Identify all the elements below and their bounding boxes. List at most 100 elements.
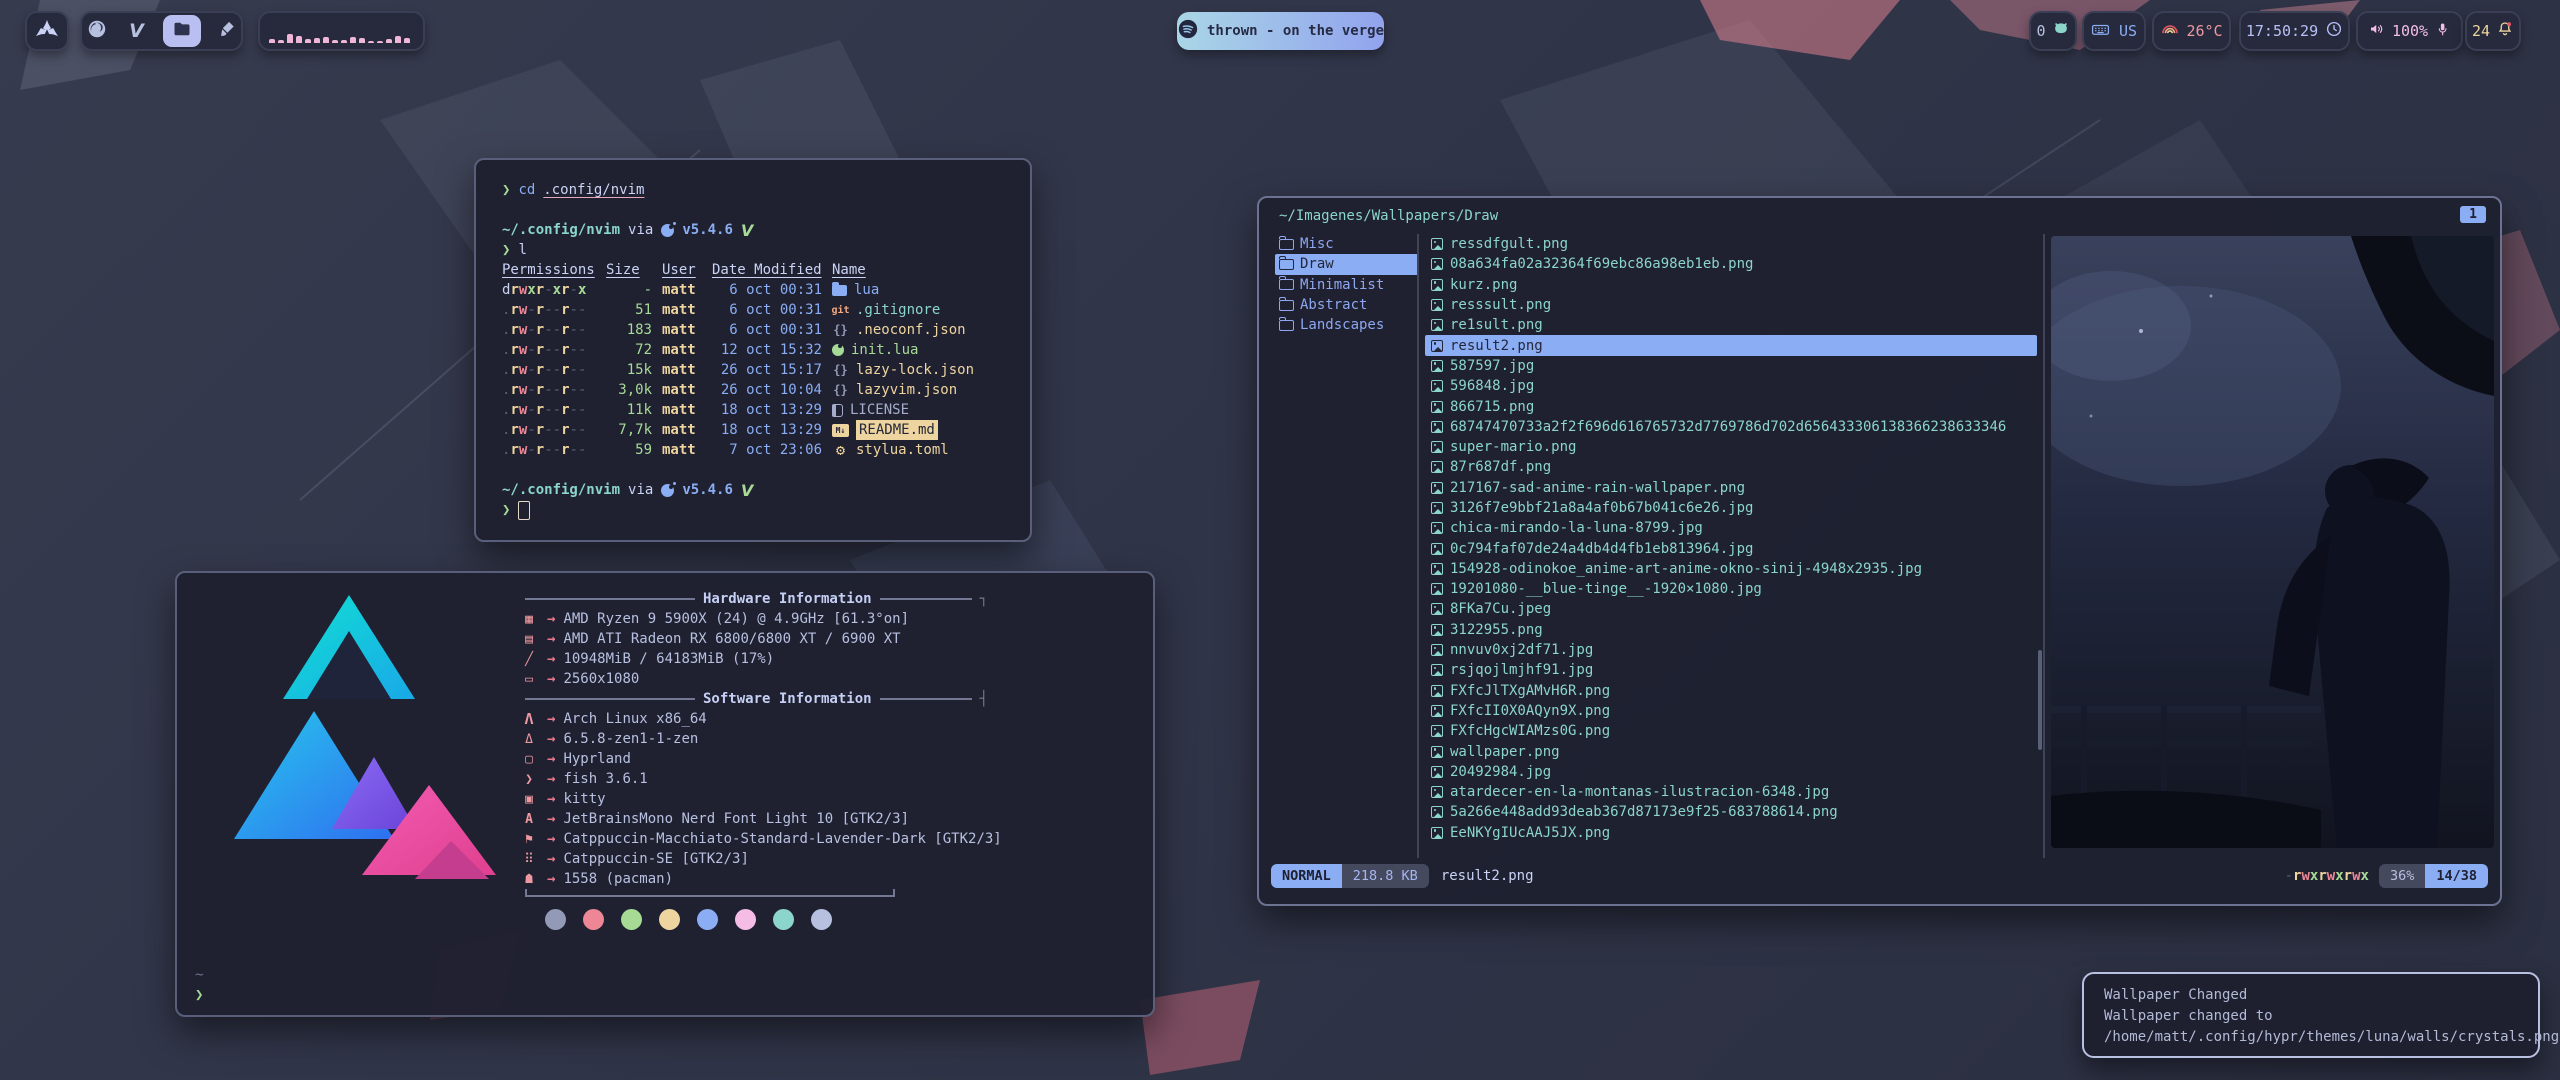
file-permissions: .rw-r--r-- — [502, 300, 596, 320]
vim-button[interactable]: V — [123, 17, 151, 45]
file-row[interactable]: re1sult.png — [1425, 315, 2037, 335]
github-widget[interactable]: 0 — [2029, 11, 2077, 51]
hardware-section-title: Hardware Information — [703, 589, 872, 609]
file-row[interactable]: 08a634fa02a32364f69ebc86a98eb1eb.png — [1425, 254, 2037, 274]
file-permissions: .rw-r--r-- — [502, 340, 596, 360]
visualizer-bar — [269, 39, 275, 43]
file-date: 7 oct 23:06 — [712, 440, 822, 460]
text-cursor — [518, 501, 530, 520]
sidebar-folder-item[interactable]: Misc — [1275, 234, 1419, 254]
sidebar-folder-item[interactable]: Draw — [1275, 254, 1419, 274]
file-owner: matt — [662, 440, 702, 460]
file-row[interactable]: FXfcJlTXgAMvH6R.png — [1425, 681, 2037, 701]
keyboard-layout-widget[interactable]: US — [2082, 11, 2146, 51]
file-size: 72 — [606, 340, 652, 360]
file-row[interactable]: kurz.png — [1425, 275, 2037, 295]
command-text: cd — [518, 180, 535, 200]
image-file-icon — [1431, 806, 1443, 818]
fetch-window[interactable]: Hardware Information ┐ → AMD Ryzen 9 590… — [175, 571, 1155, 1017]
file-row[interactable]: 866715.png — [1425, 396, 2037, 416]
image-file-icon — [1431, 380, 1443, 392]
sidebar-folder-label: Draw — [1300, 256, 1334, 272]
file-name: chica-mirando-la-luna-8799.jpg — [1450, 520, 1703, 536]
file-type-icon — [832, 444, 849, 457]
launcher-button[interactable] — [25, 11, 69, 51]
sidebar-folder-item[interactable]: Minimalist — [1275, 275, 1419, 295]
file-row[interactable]: result2.png — [1425, 335, 2037, 355]
files-button[interactable] — [163, 15, 201, 47]
software-section-header: Software Information ┤ — [519, 689, 1134, 709]
mode-badge: NORMAL — [1271, 864, 1342, 888]
col-date: Date Modified — [712, 260, 822, 280]
file-row[interactable]: chica-mirando-la-luna-8799.jpg — [1425, 518, 2037, 538]
file-row[interactable]: 3122955.png — [1425, 620, 2037, 640]
sidebar-folder-item[interactable]: Abstract — [1275, 295, 1419, 315]
distro-logo — [189, 589, 504, 919]
notification-popup[interactable]: Wallpaper Changed Wallpaper changed to /… — [2082, 972, 2540, 1058]
image-file-icon — [1431, 279, 1443, 291]
file-row[interactable]: resssult.png — [1425, 295, 2037, 315]
arrow-icon: → — [547, 709, 555, 729]
file-date: 6 oct 00:31 — [712, 280, 822, 300]
file-owner: matt — [662, 420, 702, 440]
scrollbar-thumb[interactable] — [2038, 650, 2042, 750]
file-row[interactable]: 3126f7e9bbf21a8a4af0b67b041c6e26.jpg — [1425, 498, 2037, 518]
file-row[interactable]: 19201080-__blue-tinge__-1920×1080.jpg — [1425, 579, 2037, 599]
file-row[interactable]: 0c794faf07de24a4db4d4fb1eb813964.jpg — [1425, 538, 2037, 558]
input-line[interactable]: ❯ — [502, 500, 1004, 520]
visualizer-bar — [368, 41, 374, 43]
col-permissions: Permissions — [502, 260, 596, 280]
file-row[interactable]: FXfcII0X0AQyn9X.png — [1425, 701, 2037, 721]
prompt-symbol: ❯ — [502, 500, 510, 520]
image-file-icon — [1431, 258, 1443, 270]
file-row[interactable]: 596848.jpg — [1425, 376, 2037, 396]
file-date: 12 oct 15:32 — [712, 340, 822, 360]
file-row[interactable]: super-mario.png — [1425, 437, 2037, 457]
file-row[interactable]: rsjqojlmjhf91.jpg — [1425, 660, 2037, 680]
file-name: atardecer-en-la-montanas-ilustracion-634… — [1450, 784, 1829, 800]
file-row[interactable]: 217167-sad-anime-rain-wallpaper.png — [1425, 478, 2037, 498]
volume-widget[interactable]: 100% — [2356, 11, 2463, 51]
file-size: - — [606, 280, 652, 300]
clock-widget[interactable]: 17:50:29 — [2239, 11, 2350, 51]
file-row[interactable]: 68747470733a2f2f696d616765732d7769786d70… — [1425, 417, 2037, 437]
file-row[interactable]: ressdfgult.png — [1425, 234, 2037, 254]
file-row[interactable]: nnvuv0xj2df71.jpg — [1425, 640, 2037, 660]
notifications-widget[interactable]: 24 — [2465, 11, 2521, 51]
file-name: 87r687df.png — [1450, 459, 1551, 475]
weather-widget[interactable]: 26°C — [2152, 11, 2231, 51]
file-row[interactable]: 20492984.jpg — [1425, 762, 2037, 782]
tab-badge[interactable]: 1 — [2460, 206, 2486, 223]
file-name: lazyvim.json — [856, 380, 957, 400]
file-row[interactable]: 587597.jpg — [1425, 356, 2037, 376]
file-row[interactable]: 154928-odinokoe_anime-art-anime-okno-sin… — [1425, 559, 2037, 579]
arrow-icon: → — [547, 729, 555, 749]
file-row[interactable]: wallpaper.png — [1425, 741, 2037, 761]
file-type-icon — [832, 304, 849, 317]
ls-row: drwxr-xr-x - matt 6 oct 00:31 lua — [502, 280, 1004, 300]
ls-row: .rw-r--r-- 7,7k matt 18 oct 13:29 README… — [502, 420, 1004, 440]
sidebar-folder-item[interactable]: Landscapes — [1275, 315, 1419, 335]
lua-version: v5.4.6 — [682, 480, 733, 500]
file-row[interactable]: 5a266e448add93deab367d87173e9f25-6837886… — [1425, 802, 2037, 822]
file-manager-window[interactable]: ~/Imagenes/Wallpapers/Draw 1 Misc Draw M… — [1257, 196, 2502, 906]
file-row[interactable]: 87r687df.png — [1425, 457, 2037, 477]
prompt-line: ~/.config/nvim via v5.4.6 V — [502, 480, 1004, 500]
preview-image — [2051, 236, 2494, 848]
file-row[interactable]: 8FKa7Cu.jpeg — [1425, 599, 2037, 619]
firefox-button[interactable] — [83, 17, 111, 45]
media-widget[interactable]: thrown - on the verge — [1177, 12, 1384, 50]
file-size-badge: 218.8 KB — [1342, 864, 1429, 888]
terminal-window[interactable]: ❯ cd .config/nvim ~/.config/nvim via v5.… — [474, 158, 1032, 542]
software-icon — [519, 829, 539, 850]
shell-prompt[interactable]: ~ ❯ — [195, 965, 203, 1005]
paint-button[interactable] — [213, 17, 241, 45]
audio-visualizer-widget[interactable] — [258, 11, 425, 51]
file-owner: matt — [662, 340, 702, 360]
file-row[interactable]: atardecer-en-la-montanas-ilustracion-634… — [1425, 782, 2037, 802]
file-row[interactable]: EeNKYgIUcAAJ5JX.png — [1425, 823, 2037, 843]
software-section-title: Software Information — [703, 689, 872, 709]
file-size: 11k — [606, 400, 652, 420]
software-info-row: → Hyprland — [519, 749, 1134, 769]
file-row[interactable]: FXfcHgcWIAMzs0G.png — [1425, 721, 2037, 741]
